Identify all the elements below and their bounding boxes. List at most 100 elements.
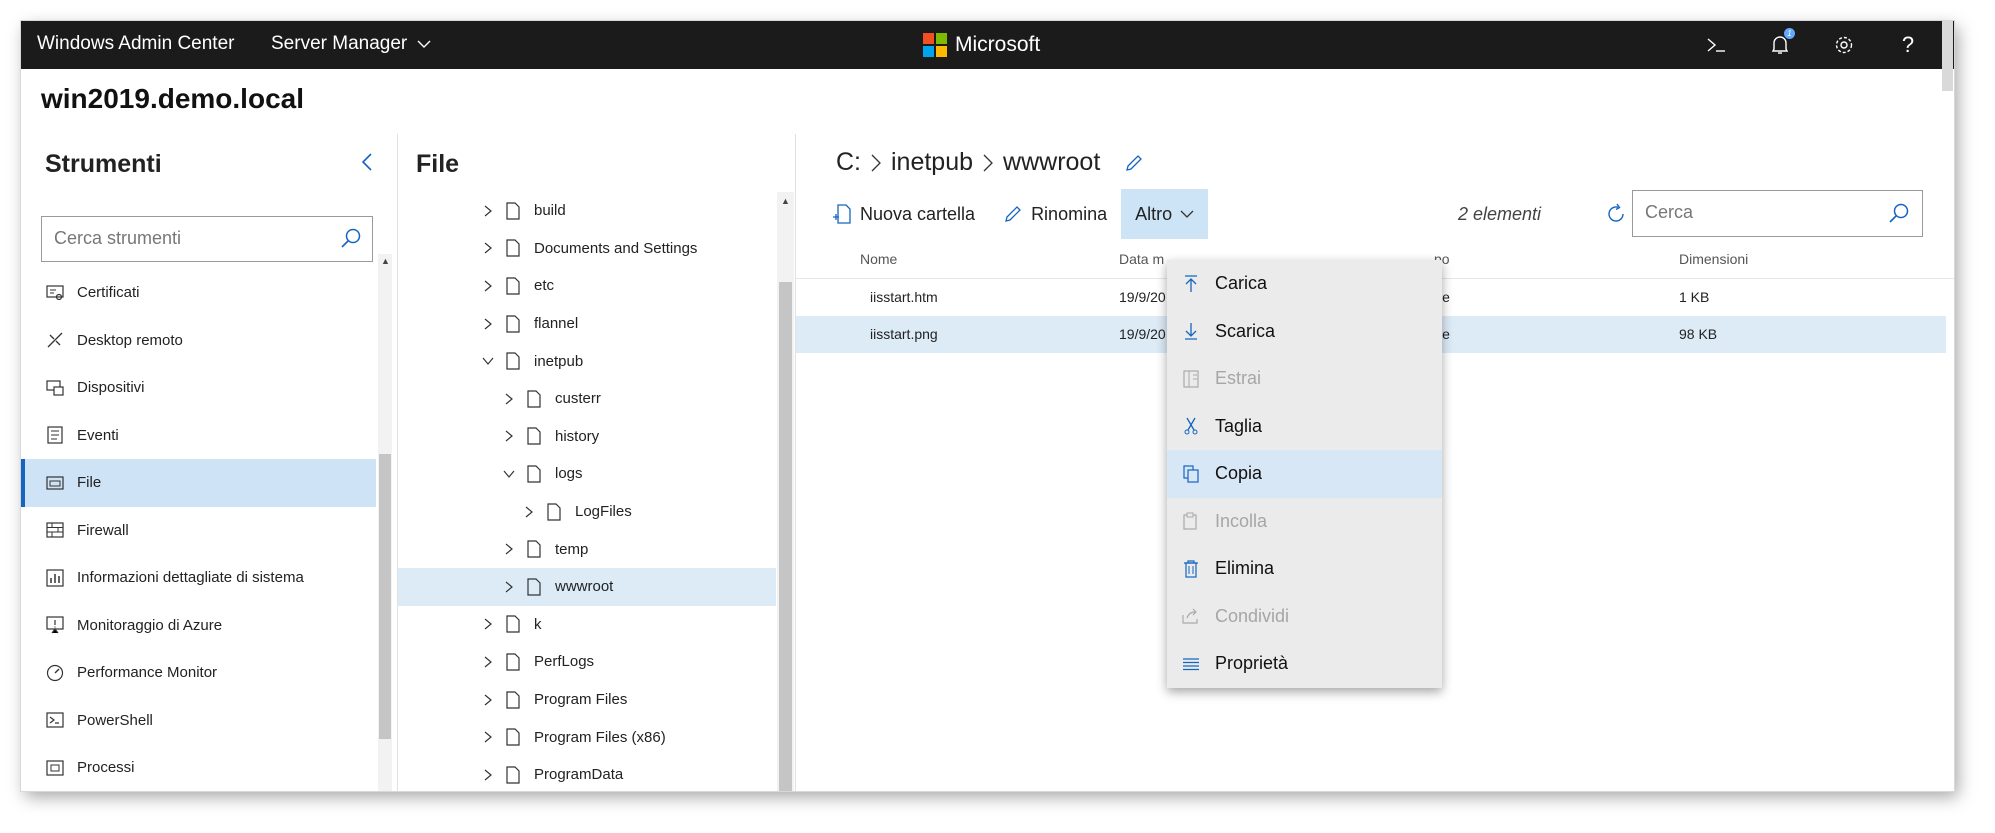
sidebar-item-informazioni-sistema[interactable]: Informazioni dettagliate di sistema <box>21 554 376 602</box>
chevron-right-icon[interactable] <box>480 731 496 743</box>
tree-node-custerr[interactable]: custerr <box>398 380 776 418</box>
tree-node-logs[interactable]: logs <box>398 455 776 493</box>
server-manager-dropdown[interactable]: Server Manager <box>271 33 431 55</box>
breadcrumb-item[interactable]: inetpub <box>891 148 973 177</box>
sidebar-item-certificati[interactable]: Certificati <box>21 269 376 317</box>
tree-node-program-files[interactable]: Program Files <box>398 681 776 719</box>
scrollbar-thumb[interactable] <box>379 454 391 739</box>
cut-icon <box>1181 416 1201 436</box>
download-icon <box>1181 321 1201 341</box>
tree-node-logfiles[interactable]: LogFiles <box>398 493 776 531</box>
server-hostname: win2019.demo.local <box>41 83 304 114</box>
chevron-down-icon[interactable] <box>480 357 496 366</box>
scroll-up-icon[interactable]: ▲ <box>781 196 790 206</box>
tree-node-build[interactable]: build <box>398 192 776 230</box>
chevron-right-icon[interactable] <box>501 430 517 442</box>
sidebar-item-performance-monitor[interactable]: Performance Monitor <box>21 649 376 697</box>
tree-node-label: Program Files (x86) <box>534 728 666 746</box>
chevron-right-icon[interactable] <box>501 393 517 405</box>
chevron-right-icon[interactable] <box>480 769 496 781</box>
sidebar-item-label: Processi <box>77 759 135 777</box>
tree-node-wwwroot[interactable]: wwwroot <box>398 567 776 606</box>
sidebar-item-file[interactable]: File <box>21 459 376 507</box>
sidebar-item-monitoraggio-azure[interactable]: Monitoraggio di Azure <box>21 602 376 650</box>
search-icon[interactable] <box>340 227 362 254</box>
folder-icon <box>506 653 520 671</box>
chevron-right-icon[interactable] <box>501 543 517 555</box>
menu-item-elimina[interactable]: Elimina <box>1167 545 1442 593</box>
menu-item-taglia[interactable]: Taglia <box>1167 403 1442 451</box>
tree-node-temp[interactable]: temp <box>398 530 776 568</box>
menu-item-scarica[interactable]: Scarica <box>1167 308 1442 356</box>
menu-item-label: Condividi <box>1215 605 1290 626</box>
folder-icon <box>506 314 520 333</box>
pencil-icon[interactable] <box>1124 153 1144 173</box>
chevron-right-icon[interactable] <box>480 205 496 217</box>
tree-node-label: logs <box>555 465 583 483</box>
sidebar-item-dispositivi[interactable]: Dispositivi <box>21 364 376 412</box>
tree-node-programdata[interactable]: ProgramData <box>398 756 776 791</box>
more-label: Altro <box>1135 203 1173 224</box>
certificate-icon <box>45 283 65 303</box>
gear-icon[interactable] <box>1830 31 1858 59</box>
menu-item-carica[interactable]: Carica <box>1167 260 1442 308</box>
scrollbar-thumb[interactable] <box>779 282 792 791</box>
menu-item-proprieta[interactable]: Proprietà <box>1167 640 1442 688</box>
tree-node-inetpub[interactable]: inetpub <box>398 342 776 380</box>
breadcrumb-item[interactable]: C: <box>836 148 861 177</box>
chevron-right-icon[interactable] <box>480 318 496 330</box>
tree-node-perflogs[interactable]: PerfLogs <box>398 643 776 681</box>
menu-item-incolla[interactable]: Incolla <box>1167 498 1442 546</box>
notification-bell-icon[interactable]: 1 <box>1766 28 1795 59</box>
more-button[interactable]: Altro <box>1121 189 1209 239</box>
sidebar-item-processi[interactable]: Processi <box>21 744 376 791</box>
sidebar-item-eventi[interactable]: Eventi <box>21 412 376 460</box>
chevron-down-icon[interactable] <box>501 470 517 478</box>
chevron-right-icon[interactable] <box>480 280 496 292</box>
menu-item-condividi[interactable]: Condividi <box>1167 593 1442 641</box>
file-search-input[interactable] <box>1643 201 1867 224</box>
toolbar: Nuova cartella Rinomina Altro <box>818 189 1209 239</box>
window-scrollbar[interactable] <box>1942 21 1953 91</box>
terminal-icon[interactable] <box>1702 31 1730 59</box>
chevron-right-icon[interactable] <box>480 618 496 630</box>
tree-node-label: history <box>555 427 600 445</box>
new-folder-button[interactable]: Nuova cartella <box>818 189 989 239</box>
column-header-date[interactable]: Data m <box>1119 240 1164 278</box>
menu-item-estrai[interactable]: Estrai <box>1167 355 1442 403</box>
tree-node-program-files-x86[interactable]: Program Files (x86) <box>398 718 776 756</box>
column-header-size[interactable]: Dimensioni <box>1679 240 1748 278</box>
sidebar-item-label: Firewall <box>77 521 129 539</box>
tree-node-documents-and-settings[interactable]: Documents and Settings <box>398 230 776 268</box>
tree-node-k[interactable]: k <box>398 606 776 644</box>
tree-scrollbar[interactable]: ▲ <box>777 192 794 791</box>
folder-tree: build Documents and Settings etc flannel <box>398 192 776 791</box>
share-icon <box>1181 606 1201 626</box>
sidebar-item-firewall[interactable]: Firewall <box>21 507 376 555</box>
sidebar-title: Strumenti <box>45 150 162 178</box>
scroll-up-icon[interactable]: ▲ <box>381 256 390 266</box>
sidebar-item-powershell[interactable]: PowerShell <box>21 697 376 745</box>
menu-item-copia[interactable]: Copia <box>1167 450 1442 498</box>
chevron-right-icon[interactable] <box>480 694 496 706</box>
tree-node-flannel[interactable]: flannel <box>398 305 776 343</box>
search-icon[interactable] <box>1888 202 1910 229</box>
refresh-icon[interactable] <box>1604 202 1628 231</box>
sidebar-item-desktop-remoto[interactable]: Desktop remoto <box>21 317 376 365</box>
tree-node-history[interactable]: history <box>398 418 776 456</box>
column-header-name[interactable]: Nome <box>860 240 897 278</box>
chevron-right-icon[interactable] <box>501 581 517 593</box>
chevron-left-icon[interactable] <box>361 152 373 177</box>
rename-button[interactable]: Rinomina <box>989 189 1121 239</box>
breadcrumb-item[interactable]: wwwroot <box>1003 148 1100 177</box>
app-title[interactable]: Windows Admin Center <box>37 33 234 55</box>
item-count: 2 elementi <box>1458 204 1542 224</box>
events-icon <box>45 425 65 445</box>
sidebar-scrollbar[interactable]: ▲ <box>378 254 392 791</box>
chevron-right-icon[interactable] <box>480 242 496 254</box>
tree-node-etc[interactable]: etc <box>398 267 776 305</box>
chevron-right-icon[interactable] <box>521 506 537 518</box>
tools-search-input[interactable] <box>52 227 326 250</box>
help-icon[interactable]: ? <box>1894 31 1922 59</box>
chevron-right-icon[interactable] <box>480 656 496 668</box>
